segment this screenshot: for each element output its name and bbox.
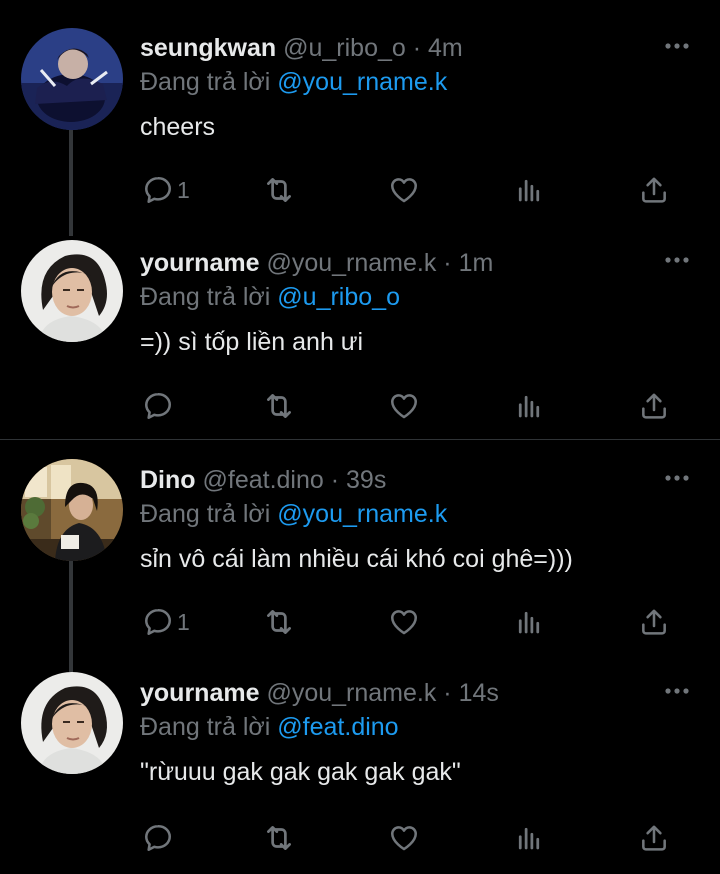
share-button[interactable] bbox=[638, 172, 670, 208]
mention-link[interactable]: @feat.dino bbox=[277, 713, 398, 741]
mention-link[interactable]: @u_ribo_o bbox=[277, 283, 400, 311]
reply-icon bbox=[142, 390, 174, 422]
views-icon bbox=[514, 823, 544, 853]
more-dots-icon[interactable] bbox=[664, 473, 690, 483]
replying-to-label: Đang trả lời bbox=[140, 713, 271, 741]
tweet[interactable]: yourname @you_rname.k · 1m Đang trả lời … bbox=[0, 230, 720, 438]
more-dots-icon[interactable] bbox=[664, 255, 690, 265]
separator-dot: · bbox=[443, 679, 452, 707]
separator-dot: · bbox=[412, 34, 422, 62]
user-handle[interactable]: @you_rname.k bbox=[266, 679, 436, 707]
replying-to: Đang trả lời @feat.dino bbox=[140, 710, 690, 744]
tweet[interactable]: Dino @feat.dino · 39s Đang trả lời @you_… bbox=[0, 440, 720, 660]
views-button[interactable] bbox=[514, 172, 544, 208]
tweet-text: "rừuuu gak gak gak gak gak" bbox=[140, 758, 461, 786]
tweet-text: sỉn vô cái làm nhiều cái khó coi ghê=))) bbox=[140, 545, 573, 573]
like-icon bbox=[388, 822, 420, 854]
avatar[interactable] bbox=[21, 672, 123, 774]
tweet-text: =)) sì tốp liền anh ưi bbox=[140, 328, 364, 356]
like-button[interactable] bbox=[388, 388, 420, 424]
more-dots-icon[interactable] bbox=[664, 41, 690, 51]
tweet-header: Dino @feat.dino · 39s bbox=[140, 463, 690, 497]
retweet-button[interactable] bbox=[262, 388, 296, 424]
more-dots-icon[interactable] bbox=[664, 686, 690, 696]
like-button[interactable] bbox=[388, 820, 420, 856]
tweet-header: yourname @you_rname.k · 1m bbox=[140, 246, 690, 280]
share-icon bbox=[638, 606, 670, 638]
like-icon bbox=[388, 174, 420, 206]
retweet-button[interactable] bbox=[262, 820, 296, 856]
reply-button[interactable] bbox=[142, 388, 177, 424]
reply-count: 1 bbox=[177, 176, 190, 203]
tweet[interactable]: seungkwan @u_ribo_o · 4m Đang trả lời @y… bbox=[0, 0, 720, 230]
timestamp[interactable]: 39s bbox=[346, 466, 386, 494]
tweet-header: seungkwan @u_ribo_o · 4m bbox=[140, 31, 690, 65]
like-icon bbox=[388, 606, 420, 638]
views-icon bbox=[514, 175, 544, 205]
share-icon bbox=[638, 822, 670, 854]
reply-icon bbox=[142, 174, 174, 206]
avatar[interactable] bbox=[21, 240, 123, 342]
timestamp[interactable]: 4m bbox=[428, 34, 463, 62]
reply-button[interactable]: 1 bbox=[142, 604, 190, 640]
action-bar bbox=[140, 820, 680, 856]
user-handle[interactable]: @u_ribo_o bbox=[283, 34, 406, 62]
tweet-text: cheers bbox=[140, 113, 216, 141]
user-handle[interactable]: @feat.dino bbox=[203, 466, 324, 494]
like-button[interactable] bbox=[388, 172, 420, 208]
timestamp[interactable]: 1m bbox=[459, 249, 494, 277]
retweet-icon bbox=[262, 821, 296, 855]
replying-to: Đang trả lời @you_rname.k bbox=[140, 65, 690, 99]
timestamp[interactable]: 14s bbox=[459, 679, 499, 707]
retweet-button[interactable] bbox=[262, 604, 296, 640]
share-button[interactable] bbox=[638, 388, 670, 424]
replying-to: Đang trả lời @u_ribo_o bbox=[140, 280, 690, 314]
reply-button[interactable]: 1 bbox=[142, 172, 190, 208]
replying-to-label: Đang trả lời bbox=[140, 68, 271, 96]
retweet-icon bbox=[262, 173, 296, 207]
display-name[interactable]: yourname bbox=[140, 249, 259, 277]
tweet-header: yourname @you_rname.k · 14s bbox=[140, 676, 690, 710]
like-button[interactable] bbox=[388, 604, 420, 640]
reply-icon bbox=[142, 822, 174, 854]
avatar[interactable] bbox=[21, 28, 123, 130]
views-button[interactable] bbox=[514, 388, 544, 424]
action-bar: 1 bbox=[140, 172, 680, 208]
user-handle[interactable]: @you_rname.k bbox=[266, 249, 436, 277]
share-button[interactable] bbox=[638, 604, 670, 640]
display-name[interactable]: seungkwan bbox=[140, 34, 276, 62]
retweet-button[interactable] bbox=[262, 172, 296, 208]
views-icon bbox=[514, 391, 544, 421]
tweet[interactable]: yourname @you_rname.k · 14s Đang trả lời… bbox=[0, 662, 720, 874]
like-icon bbox=[388, 390, 420, 422]
display-name[interactable]: Dino bbox=[140, 466, 196, 494]
avatar[interactable] bbox=[21, 459, 123, 561]
views-button[interactable] bbox=[514, 604, 544, 640]
share-icon bbox=[638, 390, 670, 422]
reply-icon bbox=[142, 606, 174, 638]
tweet-thread-feed: seungkwan @u_ribo_o · 4m Đang trả lời @y… bbox=[0, 0, 720, 874]
display-name[interactable]: yourname bbox=[140, 679, 259, 707]
retweet-icon bbox=[262, 605, 296, 639]
retweet-icon bbox=[262, 389, 296, 423]
action-bar: 1 bbox=[140, 604, 680, 640]
replying-to-label: Đang trả lời bbox=[140, 283, 271, 311]
share-button[interactable] bbox=[638, 820, 670, 856]
separator-dot: · bbox=[330, 466, 340, 494]
replying-to: Đang trả lời @you_rname.k bbox=[140, 497, 690, 531]
views-button[interactable] bbox=[514, 820, 544, 856]
reply-button[interactable] bbox=[142, 820, 177, 856]
replying-to-label: Đang trả lời bbox=[140, 500, 271, 528]
separator-dot: · bbox=[443, 249, 452, 277]
views-icon bbox=[514, 607, 544, 637]
share-icon bbox=[638, 174, 670, 206]
mention-link[interactable]: @you_rname.k bbox=[277, 68, 447, 96]
action-bar bbox=[140, 388, 680, 424]
mention-link[interactable]: @you_rname.k bbox=[277, 500, 447, 528]
reply-count: 1 bbox=[177, 608, 190, 635]
